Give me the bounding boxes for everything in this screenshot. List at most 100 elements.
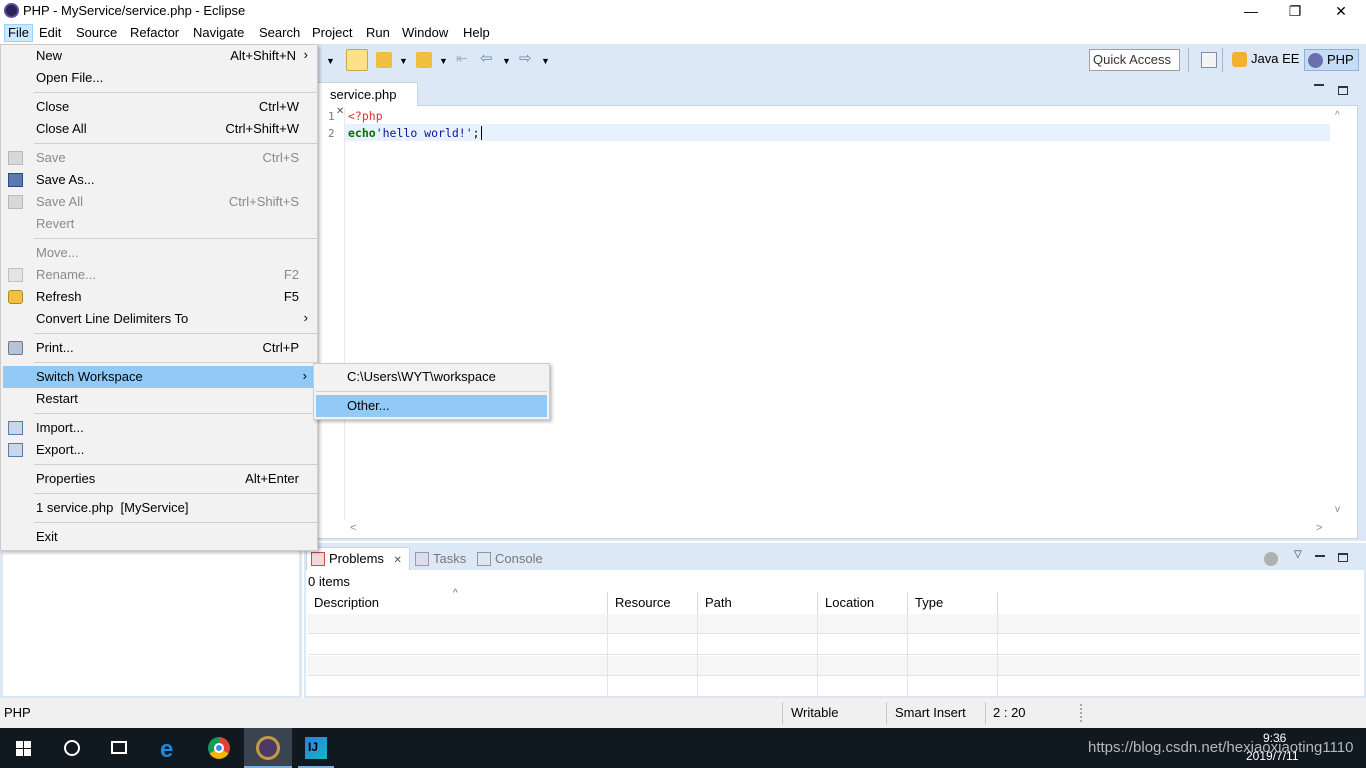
menu-item-save-all[interactable]: Save All Ctrl+Shift+S xyxy=(2,191,316,213)
dropdown-arrow-icon[interactable]: ▼ xyxy=(541,56,557,72)
menu-item-import[interactable]: Import... xyxy=(2,417,316,439)
code-string: 'hello world!' xyxy=(375,126,473,140)
column-header-path[interactable]: Path xyxy=(698,592,818,614)
status-trim-handle[interactable] xyxy=(1080,704,1082,722)
vertical-scrollbar[interactable]: ^ v xyxy=(1330,108,1347,520)
menu-help[interactable]: Help xyxy=(459,24,494,42)
table-row xyxy=(308,677,1360,697)
menu-source[interactable]: Source xyxy=(72,24,121,42)
menu-item-new[interactable]: New Alt+Shift+N › xyxy=(2,45,316,67)
scroll-left-icon[interactable]: < xyxy=(350,522,356,534)
table-row xyxy=(308,614,1360,634)
menu-run[interactable]: Run xyxy=(362,24,394,42)
dropdown-arrow-icon[interactable]: ▼ xyxy=(502,56,518,72)
menu-item-other-workspace[interactable]: Other... xyxy=(316,395,547,417)
view-menu-icon[interactable] xyxy=(1264,552,1278,566)
tab-problems[interactable]: Problems ✕ xyxy=(311,551,402,569)
clock-time[interactable]: 9:36 xyxy=(1263,731,1286,745)
previous-annotation-icon[interactable] xyxy=(416,52,432,68)
menu-item-label: Import... xyxy=(36,420,84,435)
minimize-editor-icon[interactable] xyxy=(1314,84,1324,86)
status-divider xyxy=(985,702,986,724)
menu-refactor[interactable]: Refactor xyxy=(126,24,183,42)
menu-item-rename[interactable]: Rename... F2 xyxy=(2,264,316,286)
edge-icon[interactable]: e xyxy=(148,728,196,768)
menu-project[interactable]: Project xyxy=(308,24,356,42)
menu-navigate[interactable]: Navigate xyxy=(189,24,248,42)
menu-item-properties[interactable]: Properties Alt+Enter xyxy=(2,468,316,490)
search-icon[interactable] xyxy=(48,728,96,768)
menu-item-revert[interactable]: Revert xyxy=(2,213,316,235)
menu-item-shortcut: Ctrl+W xyxy=(258,99,299,114)
line-number-divider xyxy=(344,108,345,520)
menu-item-label: Revert xyxy=(36,216,75,231)
menu-item-convert-line-delimiters[interactable]: Convert Line Delimiters To › xyxy=(2,308,316,330)
window-title: PHP - MyService/service.php - Eclipse xyxy=(23,3,246,18)
editor-body[interactable] xyxy=(306,105,1358,539)
column-header-location[interactable]: Location xyxy=(818,592,908,614)
menu-item-refresh[interactable]: Refresh F5 xyxy=(2,286,316,308)
menu-item-save[interactable]: Save Ctrl+S xyxy=(2,147,316,169)
last-edit-location-icon[interactable]: ⇤ xyxy=(456,50,472,66)
refresh-icon xyxy=(8,290,23,304)
next-annotation-icon[interactable] xyxy=(376,52,392,68)
menu-item-close[interactable]: Close Ctrl+W xyxy=(2,96,316,118)
minimize-panel-icon[interactable] xyxy=(1315,555,1325,557)
menu-item-label: Save As... xyxy=(36,172,95,187)
column-header-description[interactable]: Description ^ xyxy=(307,588,608,614)
menu-edit[interactable]: Edit xyxy=(35,24,65,42)
restore-button[interactable]: ❐ xyxy=(1272,0,1318,22)
chrome-icon[interactable] xyxy=(196,728,244,768)
maximize-panel-icon[interactable] xyxy=(1338,553,1348,562)
tab-tasks[interactable]: Tasks xyxy=(415,551,466,569)
column-header-resource[interactable]: Resource xyxy=(608,592,698,614)
back-icon[interactable]: ⇦ xyxy=(480,49,496,67)
task-view-icon[interactable] xyxy=(96,728,144,768)
tab-console[interactable]: Console xyxy=(477,551,543,569)
menu-item-workspace-path[interactable]: C:\Users\WYT\workspace xyxy=(316,366,547,388)
save-as-icon xyxy=(8,173,23,187)
menu-item-label: Export... xyxy=(36,442,85,457)
menu-item-save-as[interactable]: Save As... xyxy=(2,169,316,191)
menu-item-move[interactable]: Move... xyxy=(2,242,316,264)
start-icon[interactable] xyxy=(0,728,48,768)
dropdown-arrow-icon[interactable]: ▼ xyxy=(439,56,455,72)
eclipse-icon[interactable] xyxy=(244,728,292,768)
menu-item-restart[interactable]: Restart xyxy=(2,388,316,410)
toolbar-divider xyxy=(1188,48,1189,72)
menu-item-print[interactable]: Print... Ctrl+P xyxy=(2,337,316,359)
menu-item-exit[interactable]: Exit xyxy=(2,526,316,548)
menu-item-shortcut: Ctrl+Shift+W xyxy=(225,121,299,136)
dropdown-arrow-icon[interactable]: ▼ xyxy=(399,56,415,72)
tab-problems-label: Problems xyxy=(329,551,384,566)
perspective-php[interactable]: PHP xyxy=(1304,49,1359,71)
minimize-button[interactable]: — xyxy=(1228,0,1274,22)
quick-access-field[interactable]: Quick Access xyxy=(1089,49,1180,71)
menu-item-export[interactable]: Export... xyxy=(2,439,316,461)
perspective-java-ee[interactable]: Java EE xyxy=(1229,49,1303,71)
menu-search[interactable]: Search xyxy=(255,24,304,42)
scroll-up-icon[interactable]: ^ xyxy=(1335,110,1340,121)
scroll-down-icon[interactable]: v xyxy=(1335,504,1340,515)
forward-icon[interactable]: ⇨ xyxy=(519,49,535,67)
panel-menu-arrow-icon[interactable]: ▽ xyxy=(1294,549,1302,560)
menu-item-switch-workspace[interactable]: Switch Workspace › xyxy=(3,366,315,388)
close-button[interactable]: ✕ xyxy=(1318,0,1364,22)
menu-window[interactable]: Window xyxy=(398,24,452,42)
open-perspective-icon[interactable] xyxy=(1201,52,1217,68)
maximize-editor-icon[interactable] xyxy=(1338,86,1348,95)
scroll-right-icon[interactable]: > xyxy=(1316,522,1322,534)
menu-file[interactable]: File xyxy=(4,24,33,42)
horizontal-scrollbar[interactable]: < > xyxy=(344,521,1330,538)
menu-item-open-file[interactable]: Open File... xyxy=(2,67,316,89)
mark-occurrences-icon[interactable] xyxy=(346,49,368,71)
intellij-icon[interactable]: IJ xyxy=(292,728,340,768)
menu-item-close-all[interactable]: Close All Ctrl+Shift+W xyxy=(2,118,316,140)
editor-tab-service-php[interactable]: service.php ✕ xyxy=(314,82,418,117)
column-header-type[interactable]: Type xyxy=(908,592,998,614)
menu-item-recent-file[interactable]: 1 service.php [MyService] xyxy=(2,497,316,519)
close-tab-icon[interactable]: ✕ xyxy=(394,555,402,566)
clock-date[interactable]: 2019/7/11 xyxy=(1246,749,1299,763)
menu-separator xyxy=(34,362,317,363)
dropdown-arrow-icon[interactable]: ▼ xyxy=(326,56,342,72)
